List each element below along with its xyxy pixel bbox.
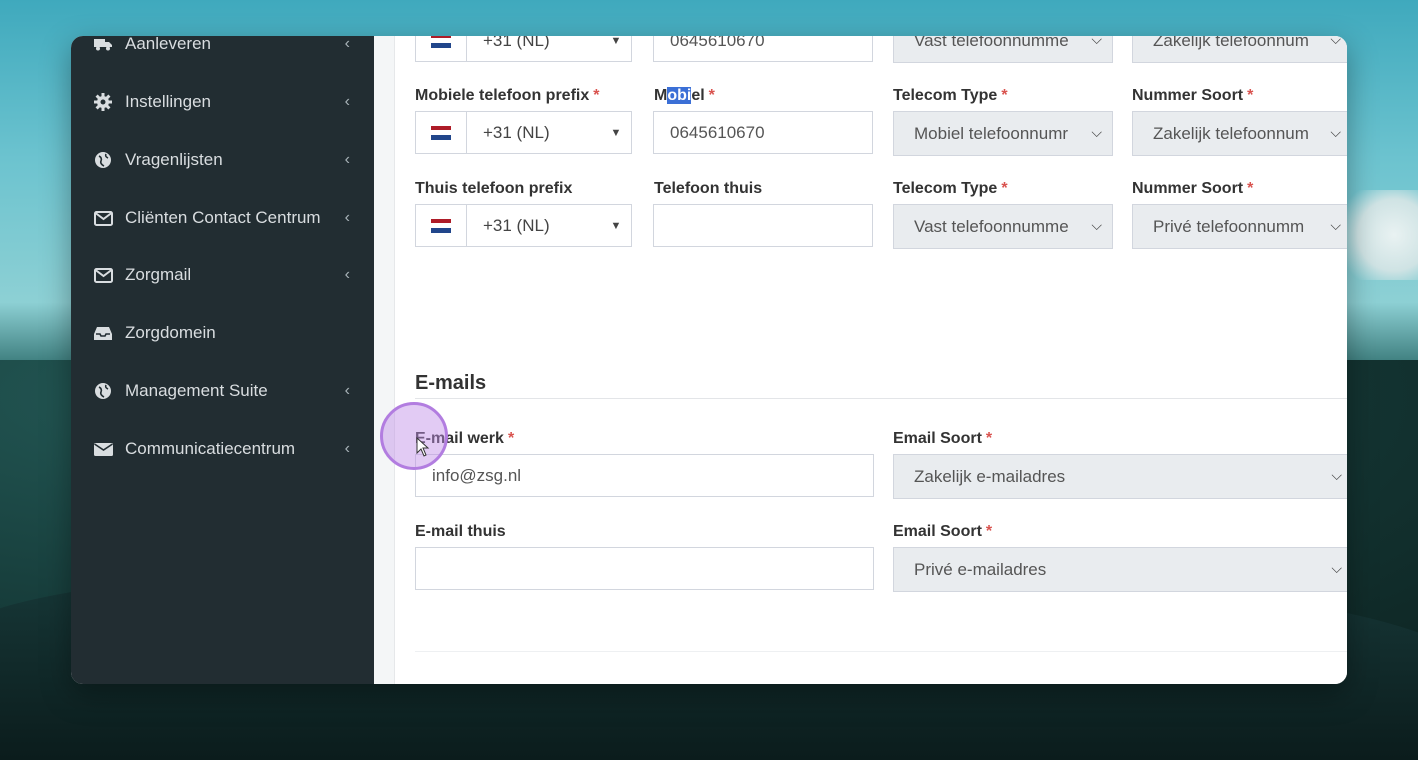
select-value: Zakelijk e-mailadres	[914, 466, 1066, 486]
telecom-type-select[interactable]: Mobiel telefoonnumr ⌵	[893, 111, 1113, 156]
caret-down-icon: ▼	[610, 36, 622, 47]
click-highlight	[380, 402, 448, 470]
home-prefix-label: Thuis telefoon prefix	[415, 180, 573, 197]
nl-flag-icon	[416, 36, 467, 61]
telecom-type-select[interactable]: Vast telefoonnumme ⌵	[893, 204, 1113, 249]
mobile-prefix-label: Mobiele telefoon prefix *	[415, 87, 600, 104]
home-number-input[interactable]	[653, 204, 873, 247]
chevron-down-icon: ⌵	[1330, 217, 1341, 233]
section-divider	[415, 398, 1347, 399]
nl-flag-icon	[416, 112, 467, 153]
chevron-down-icon: ⌵	[1331, 467, 1342, 483]
nummer-soort-select[interactable]: Privé telefoonnumm ⌵	[1132, 204, 1347, 249]
email-home-input[interactable]	[415, 547, 874, 590]
email-soort-select[interactable]: Zakelijk e-mailadres ⌵	[893, 454, 1347, 499]
envelope-icon	[93, 210, 113, 226]
chevron-left-icon: ‹	[344, 266, 350, 283]
prefix-value: +31 (NL)	[483, 122, 550, 142]
telecom-type-select[interactable]: Vast telefoonnumme ⌵	[893, 36, 1113, 63]
sidebar-item-management-suite[interactable]: Management Suite ‹	[71, 371, 374, 411]
nl-flag-icon	[416, 205, 467, 246]
nummer-soort-label: Nummer Soort *	[1132, 87, 1254, 104]
chevron-left-icon: ‹	[344, 151, 350, 168]
sidebar-item-label: Zorgmail	[125, 265, 192, 284]
divider	[415, 651, 1347, 652]
sidebar-item-label: Vragenlijsten	[125, 150, 223, 169]
mobile-number-input[interactable]: 0645610670	[653, 111, 873, 154]
chevron-left-icon: ‹	[344, 209, 350, 226]
sidebar: Aanleveren ‹ Instellingen ‹ Vragenlijste…	[71, 36, 374, 684]
caret-down-icon: ▼	[610, 126, 622, 139]
select-value: Privé telefoonnumm	[1153, 216, 1305, 236]
section-title-emails: E-mails	[415, 372, 487, 394]
mobile-prefix-select[interactable]: +31 (NL) ▼	[415, 111, 632, 154]
select-value: Vast telefoonnumme	[914, 216, 1069, 236]
nummer-soort-select[interactable]: Zakelijk telefoonnum ⌵	[1132, 111, 1347, 156]
inbox-icon	[93, 326, 113, 341]
envelope-icon	[93, 267, 113, 283]
globe-icon	[93, 382, 113, 400]
sidebar-item-label: Communicatiecentrum	[125, 439, 296, 458]
sidebar-item-zorgmail[interactable]: Zorgmail ‹	[71, 255, 374, 295]
sidebar-item-communicatiecentrum[interactable]: Communicatiecentrum ‹	[71, 429, 374, 469]
phone-number-input[interactable]: 0645610670	[653, 36, 873, 62]
chevron-left-icon: ‹	[344, 382, 350, 399]
email-soort-select[interactable]: Privé e-mailadres ⌵	[893, 547, 1347, 592]
email-home-label: E-mail thuis	[415, 523, 506, 540]
sidebar-item-instellingen[interactable]: Instellingen ‹	[71, 82, 374, 122]
chevron-down-icon: ⌵	[1331, 560, 1342, 576]
chevron-down-icon: ⌵	[1091, 124, 1102, 140]
chevron-left-icon: ‹	[344, 440, 350, 457]
select-value: Zakelijk telefoonnum	[1153, 36, 1309, 50]
sidebar-item-clienten-contact-centrum[interactable]: Cliënten Contact Centrum ‹	[71, 198, 374, 238]
mobile-number-label: Mobiel *	[654, 87, 715, 104]
sidebar-item-aanleveren[interactable]: Aanleveren ‹	[71, 36, 374, 64]
sidebar-item-label: Cliënten Contact Centrum	[125, 208, 321, 227]
truck-icon	[93, 37, 113, 51]
home-prefix-select[interactable]: +31 (NL) ▼	[415, 204, 632, 247]
email-work-input[interactable]: info@zsg.nl	[415, 454, 874, 497]
prefix-value: +31 (NL)	[483, 215, 550, 235]
nummer-soort-select[interactable]: Zakelijk telefoonnum ⌵	[1132, 36, 1347, 63]
phone-prefix-select[interactable]: +31 (NL) ▼	[415, 36, 632, 62]
telecom-type-label: Telecom Type *	[893, 87, 1008, 104]
main-content: +31 (NL) ▼ 0645610670 Vast telefoonnumme…	[395, 36, 1347, 684]
select-value: Zakelijk telefoonnum	[1153, 123, 1309, 143]
sidebar-item-vragenlijsten[interactable]: Vragenlijsten ‹	[71, 140, 374, 180]
text-selection: obi	[667, 87, 692, 104]
chevron-down-icon: ⌵	[1330, 36, 1341, 47]
prefix-value: +31 (NL)	[483, 36, 550, 50]
globe-icon	[93, 151, 113, 169]
select-value: Privé e-mailadres	[914, 559, 1047, 579]
content-gutter	[374, 36, 395, 684]
sidebar-item-label: Aanleveren	[125, 36, 212, 53]
chevron-down-icon: ⌵	[1091, 217, 1102, 233]
home-number-label: Telefoon thuis	[654, 180, 763, 197]
mouse-pointer-icon	[416, 437, 430, 457]
app-window: Aanleveren ‹ Instellingen ‹ Vragenlijste…	[71, 36, 1347, 684]
gear-icon	[93, 93, 113, 111]
nummer-soort-label: Nummer Soort *	[1132, 180, 1254, 197]
email-soort-label: Email Soort *	[893, 523, 993, 540]
telecom-type-label: Telecom Type *	[893, 180, 1008, 197]
chevron-left-icon: ‹	[344, 36, 350, 52]
sidebar-item-label: Management Suite	[125, 381, 268, 400]
caret-down-icon: ▼	[610, 219, 622, 232]
email-soort-label: Email Soort *	[893, 430, 993, 447]
chevron-down-icon: ⌵	[1091, 36, 1102, 47]
sidebar-item-label: Zorgdomein	[125, 323, 216, 342]
select-value: Mobiel telefoonnumr	[914, 123, 1069, 143]
chevron-left-icon: ‹	[344, 93, 350, 110]
envelope-filled-icon	[93, 442, 113, 457]
sidebar-item-zorgdomein[interactable]: Zorgdomein	[71, 313, 374, 353]
chevron-down-icon: ⌵	[1330, 124, 1341, 140]
sidebar-item-label: Instellingen	[125, 92, 212, 111]
select-value: Vast telefoonnumme	[914, 36, 1069, 50]
